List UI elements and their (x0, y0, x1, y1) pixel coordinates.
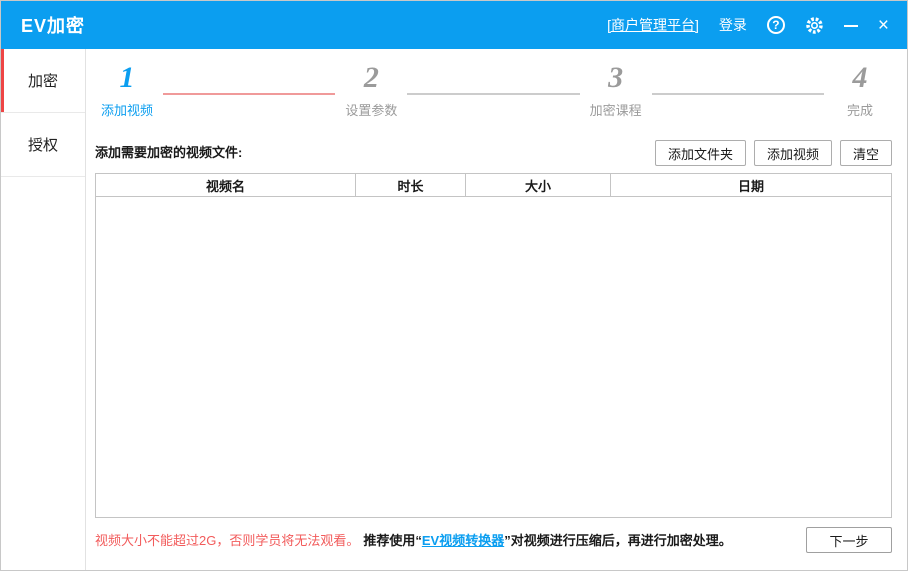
step-1-add-video: 1 添加视频 (95, 61, 159, 119)
app-window: EV加密 [商户管理平台] 登录 ? × 加密 授权 (0, 0, 908, 571)
step-3-label: 加密课程 (590, 100, 642, 119)
titlebar: EV加密 [商户管理平台] 登录 ? × (1, 1, 907, 49)
step-2-number: 2 (364, 61, 379, 95)
step-1-label: 添加视频 (101, 100, 153, 119)
sidebar-item-encrypt[interactable]: 加密 (1, 49, 85, 113)
login-button[interactable]: 登录 (719, 15, 747, 35)
table-header-row: 视频名 时长 大小 日期 (96, 174, 891, 197)
titlebar-actions: [商户管理平台] 登录 ? × (607, 15, 889, 35)
file-section-label: 添加需要加密的视频文件: (95, 142, 242, 166)
add-folder-button[interactable]: 添加文件夹 (655, 140, 746, 166)
sidebar-item-authorize-label: 授权 (28, 134, 58, 155)
tip-text-suffix: ”对视频进行压缩后，再进行加密处理。 (504, 533, 732, 548)
main-content: 1 添加视频 2 设置参数 3 加密课程 4 完成 (86, 49, 907, 570)
footer-bar: 视频大小不能超过2G，否则学员将无法观看。推荐使用“EV视频转换器”对视频进行压… (95, 527, 892, 553)
clear-button[interactable]: 清空 (840, 140, 892, 166)
step-3-encrypt-course: 3 加密课程 (584, 61, 648, 119)
step-2-label: 设置参数 (345, 100, 397, 119)
column-header-video-name[interactable]: 视频名 (96, 174, 356, 196)
step-4-complete: 4 完成 (828, 61, 892, 119)
sidebar: 加密 授权 (1, 49, 86, 570)
step-wizard: 1 添加视频 2 设置参数 3 加密课程 4 完成 (95, 61, 892, 119)
merchant-platform-link[interactable]: [商户管理平台] (607, 15, 699, 35)
step-4-label: 完成 (847, 100, 873, 119)
column-header-date[interactable]: 日期 (611, 174, 891, 196)
help-icon[interactable]: ? (767, 16, 785, 34)
toolbar-buttons: 添加文件夹 添加视频 清空 (655, 140, 892, 166)
file-toolbar: 添加需要加密的视频文件: 添加文件夹 添加视频 清空 (95, 140, 892, 166)
minimize-icon[interactable] (844, 16, 858, 34)
column-header-duration[interactable]: 时长 (356, 174, 466, 196)
size-warning-text: 视频大小不能超过2G，否则学员将无法观看。 (95, 533, 359, 548)
step-3-number: 3 (608, 61, 623, 95)
sidebar-item-authorize[interactable]: 授权 (1, 113, 85, 177)
app-body: 加密 授权 1 添加视频 2 设置参数 3 (1, 49, 907, 570)
next-step-button[interactable]: 下一步 (806, 527, 892, 553)
step-connector-1 (163, 93, 335, 95)
settings-gear-icon[interactable] (805, 16, 824, 35)
step-connector-2 (407, 93, 579, 95)
step-connector-3 (652, 93, 824, 95)
footer-note: 视频大小不能超过2G，否则学员将无法观看。推荐使用“EV视频转换器”对视频进行压… (95, 528, 732, 553)
step-2-set-params: 2 设置参数 (339, 61, 403, 119)
tip-text-prefix: 推荐使用“ (363, 533, 422, 548)
add-video-button[interactable]: 添加视频 (754, 140, 832, 166)
table-body-empty[interactable] (96, 197, 891, 517)
step-1-number: 1 (120, 61, 135, 95)
close-icon[interactable]: × (878, 16, 889, 35)
sidebar-item-encrypt-label: 加密 (28, 70, 58, 91)
video-file-table: 视频名 时长 大小 日期 (95, 173, 892, 518)
column-header-size[interactable]: 大小 (466, 174, 611, 196)
app-title: EV加密 (21, 12, 85, 38)
step-4-number: 4 (852, 61, 867, 95)
ev-converter-link[interactable]: EV视频转换器 (422, 533, 504, 548)
